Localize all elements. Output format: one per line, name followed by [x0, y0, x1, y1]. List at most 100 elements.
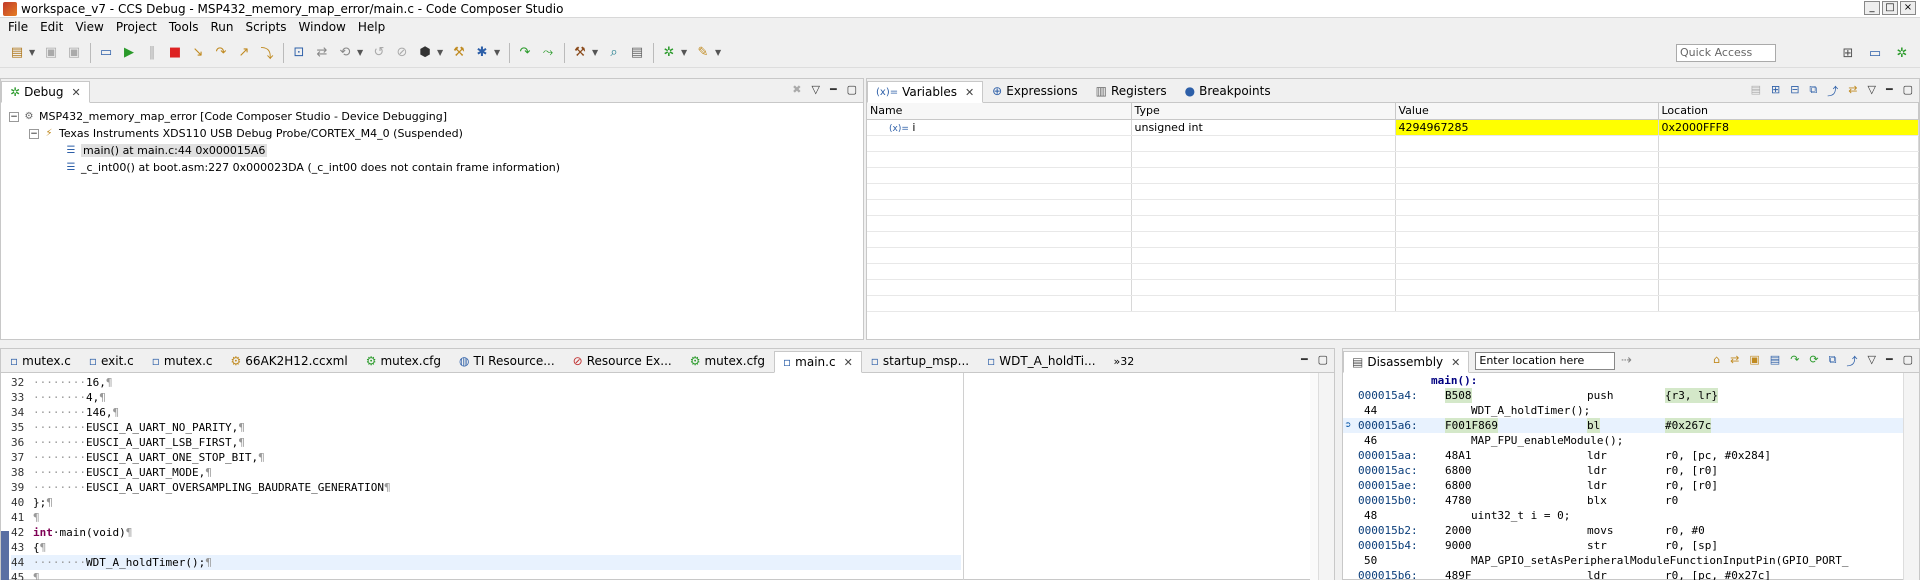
menu-run[interactable]: Run: [204, 20, 239, 34]
home-icon[interactable]: ⌂: [1713, 353, 1720, 369]
terminate-icon[interactable]: ■: [164, 42, 186, 64]
bug-icon[interactable]: ✲: [658, 42, 680, 64]
close-icon[interactable]: ✕: [844, 356, 853, 369]
column-header-type[interactable]: Type: [1131, 103, 1396, 120]
tab-variables[interactable]: (x)= Variables ✕: [867, 81, 984, 103]
save-all-icon[interactable]: ▣: [63, 42, 85, 64]
disassembly-scrollbar[interactable]: [1903, 373, 1919, 580]
assembly-step-icon[interactable]: ⤵: [256, 42, 278, 64]
new-view-icon[interactable]: ⧉: [1809, 83, 1817, 99]
console-icon[interactable]: ▤: [626, 42, 648, 64]
go-icon[interactable]: ⇢: [1615, 350, 1637, 372]
debug-dropdown-icon[interactable]: ▼: [494, 48, 502, 57]
editor-tab[interactable]: ▫ mutex.c: [143, 350, 222, 372]
skip-breakpoints-icon[interactable]: ⊘: [391, 42, 413, 64]
maximize-button[interactable]: □: [1882, 1, 1898, 15]
new-icon[interactable]: ▤: [6, 42, 28, 64]
add-global-icon[interactable]: ⊞: [1771, 83, 1780, 99]
close-icon[interactable]: ✕: [1451, 356, 1460, 369]
variable-name-cell[interactable]: (x)= i: [867, 119, 1132, 136]
refresh-icon[interactable]: ⟳: [1809, 353, 1818, 369]
minimize-button[interactable]: _: [1864, 1, 1880, 15]
vertical-ruler[interactable]: [1, 373, 9, 580]
hammer-dropdown-icon[interactable]: ▼: [592, 48, 600, 57]
disassembly-row[interactable]: 000015aa: 48A1 ldr r0, [pc, #0x284]: [1343, 448, 1919, 463]
minimize-view-icon[interactable]: ━: [830, 83, 837, 96]
editor-tab[interactable]: ▫ exit.c: [80, 350, 143, 372]
reset-dropdown-icon[interactable]: ▼: [357, 48, 365, 57]
editor-tab[interactable]: ◍ TI Resource...: [450, 350, 564, 372]
tab-registers[interactable]: ▥ Registers: [1087, 80, 1176, 102]
view-menu-icon[interactable]: ▽: [812, 83, 820, 96]
instruction-stepping-icon[interactable]: ⊡: [288, 42, 310, 64]
new-view-icon[interactable]: ⧉: [1829, 353, 1837, 369]
view-menu-icon[interactable]: ▽: [1868, 353, 1876, 369]
maximize-view-icon[interactable]: ▢: [847, 83, 857, 96]
minimize-view-icon[interactable]: ━: [1886, 83, 1893, 99]
editor-tab[interactable]: ▫ mutex.c: [1, 350, 80, 372]
step-into-icon[interactable]: ↘: [187, 42, 209, 64]
column-header-value[interactable]: Value: [1395, 103, 1659, 120]
step-over-asm-icon[interactable]: ↷: [514, 42, 536, 64]
reset-icon[interactable]: ⟲: [334, 42, 356, 64]
tree-row-frame-cinit[interactable]: ☰ _c_int00() at boot.asm:227 0x000023DA …: [9, 159, 863, 176]
search-icon[interactable]: ⌕: [603, 42, 625, 64]
tab-expressions[interactable]: ⊕ Expressions: [983, 80, 1086, 102]
remove-terminated-icon[interactable]: ✖: [792, 83, 801, 96]
tree-row-probe[interactable]: − ⚡ Texas Instruments XDS110 USB Debug P…: [9, 125, 863, 142]
editor-tab[interactable]: ⚙ mutex.cfg: [357, 350, 450, 372]
restart-icon[interactable]: ↺: [368, 42, 390, 64]
save-icon[interactable]: ▣: [40, 42, 62, 64]
step-over-icon[interactable]: ↷: [210, 42, 232, 64]
menu-help[interactable]: Help: [352, 20, 391, 34]
tab-disassembly[interactable]: ▤ Disassembly ✕: [1343, 351, 1470, 373]
minimize-view-icon[interactable]: ━: [1886, 353, 1893, 369]
tree-row-frame-main[interactable]: ☰ main() at main.c:44 0x000015A6: [9, 142, 863, 159]
disassembly-row[interactable]: 000015ae: 6800 ldr r0, [r0]: [1343, 478, 1919, 493]
export-icon[interactable]: ⤴: [1847, 353, 1858, 369]
export-icon[interactable]: ⤴: [1827, 83, 1838, 99]
disassembly-listing[interactable]: main(): 000015a4: B508 push {r3, lr} 44 WDT_…: [1343, 373, 1919, 580]
tab-overflow[interactable]: »32: [1105, 350, 1144, 372]
editor-scrollbar[interactable]: [1318, 373, 1334, 580]
build-icon[interactable]: ⚒: [448, 42, 470, 64]
tree-row-launch[interactable]: − ⚙ MSP432_memory_map_error [Code Compos…: [9, 108, 863, 125]
close-button[interactable]: ×: [1900, 1, 1916, 15]
menu-edit[interactable]: Edit: [34, 20, 69, 34]
menu-window[interactable]: Window: [293, 20, 352, 34]
debug-perspective-icon[interactable]: ✲: [1891, 42, 1913, 64]
menu-project[interactable]: Project: [110, 20, 163, 34]
disassembly-row[interactable]: 000015ac: 6800 ldr r0, [r0]: [1343, 463, 1919, 478]
quick-access-input[interactable]: Quick Access: [1676, 44, 1776, 62]
remove-icon[interactable]: ⊟: [1790, 83, 1799, 99]
overview-ruler[interactable]: [1310, 373, 1318, 580]
maximize-view-icon[interactable]: ▢: [1903, 83, 1913, 99]
resume-icon[interactable]: ▶: [118, 42, 140, 64]
editor-tab[interactable]: ▫ WDT_A_holdTi...: [978, 350, 1104, 372]
open-perspective-icon[interactable]: ⊞: [1837, 42, 1859, 64]
load-program-icon[interactable]: ⬢: [414, 42, 436, 64]
disassembly-row[interactable]: 000015b4: 9000 str r0, [sp]: [1343, 538, 1919, 553]
editor-tab[interactable]: ⚙ mutex.cfg: [681, 350, 774, 372]
menu-file[interactable]: File: [2, 20, 34, 34]
disassembly-row[interactable]: 000015b6: 489F ldr r0, [pc, #0x27c]: [1343, 568, 1919, 580]
menu-view[interactable]: View: [69, 20, 109, 34]
column-header-location[interactable]: Location: [1658, 103, 1919, 120]
maximize-view-icon[interactable]: ▢: [1903, 353, 1913, 369]
editor-tab[interactable]: ▫ startup_msp...: [862, 350, 978, 372]
close-icon[interactable]: ✕: [965, 86, 974, 99]
run-to-line-icon[interactable]: ⤳: [537, 42, 559, 64]
hammer-icon[interactable]: ⚒: [569, 42, 591, 64]
suspend-icon[interactable]: ‖: [141, 42, 163, 64]
link-editor-icon[interactable]: ⇄: [1730, 353, 1739, 369]
show-symbols-icon[interactable]: ▤: [1770, 353, 1780, 369]
editor-tab-active[interactable]: ▫ main.c ✕: [774, 351, 862, 373]
show-types-icon[interactable]: ▤: [1751, 83, 1761, 99]
bug-dropdown-icon[interactable]: ▼: [681, 48, 689, 57]
disassembly-row[interactable]: 000015a4: B508 push {r3, lr}: [1343, 388, 1919, 403]
menu-scripts[interactable]: Scripts: [239, 20, 292, 34]
table-row[interactable]: (x)= i unsigned int 4294967285 0x2000FFF…: [867, 119, 1919, 136]
tab-breakpoints[interactable]: ● Breakpoints: [1176, 80, 1280, 102]
close-icon[interactable]: ✕: [72, 86, 81, 99]
link-icon[interactable]: ⇄: [1848, 83, 1857, 99]
